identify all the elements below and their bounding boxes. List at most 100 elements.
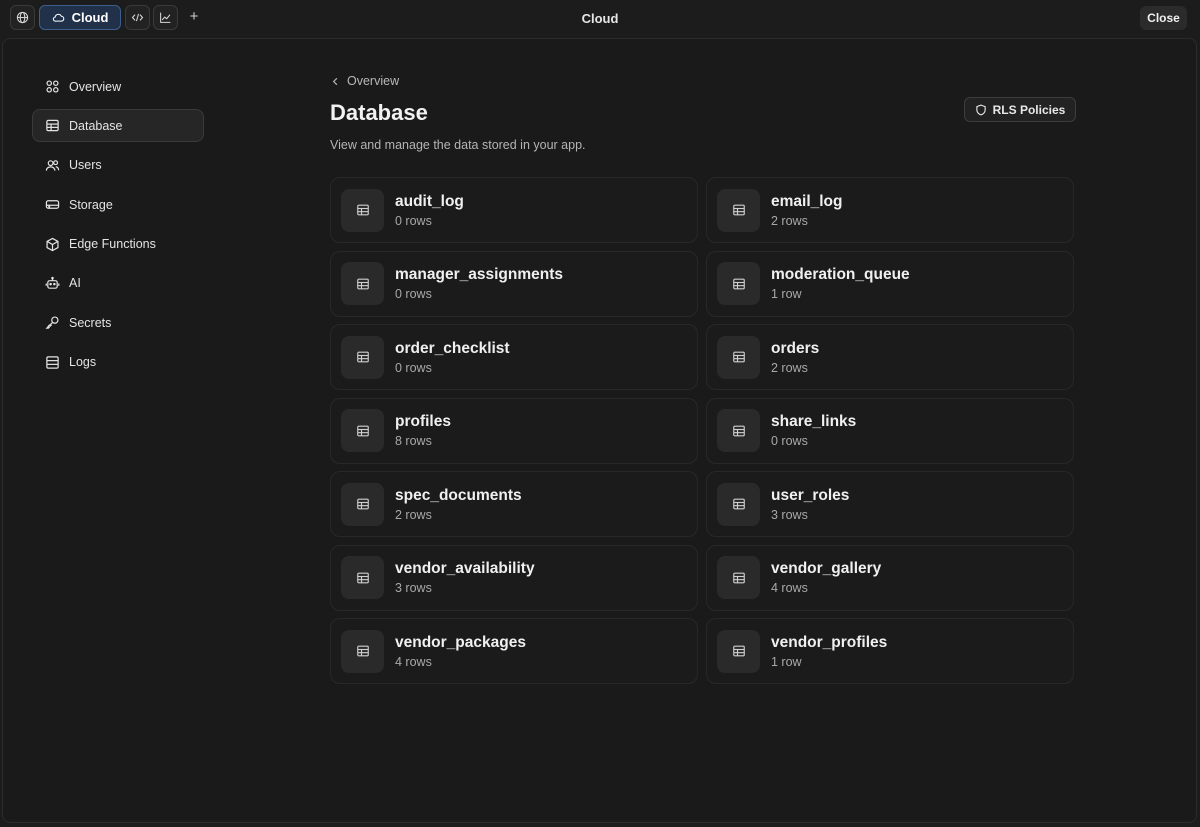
table-card[interactable]: email_log 2 rows (706, 177, 1074, 243)
table-card-text: order_checklist 0 rows (395, 339, 510, 376)
sidebar: Overview Database Users Storage Edge Fun… (32, 70, 204, 385)
cube-icon (46, 237, 59, 251)
sidebar-item-edge-functions[interactable]: Edge Functions (32, 228, 204, 261)
table-card-icon-box (341, 482, 384, 526)
table-card-icon-box (717, 335, 760, 379)
table-name: profiles (395, 413, 451, 430)
sidebar-item-label: Overview (69, 79, 122, 94)
table-card[interactable]: spec_documents 2 rows (330, 471, 698, 537)
table-name: spec_documents (395, 486, 522, 504)
sidebar-item-users[interactable]: Users (32, 149, 204, 182)
table-name: audit_log (395, 192, 464, 210)
table-card[interactable]: order_checklist 0 rows (330, 324, 698, 390)
chevron-left-icon (332, 77, 338, 85)
table-card-icon-box (717, 482, 760, 526)
close-button[interactable]: Close (1140, 6, 1187, 30)
table-icon (732, 572, 745, 583)
table-name: share_links (771, 413, 857, 430)
table-card-icon-box (717, 629, 760, 673)
table-name: orders (771, 339, 820, 357)
table-card-text: spec_documents 2 rows (395, 486, 522, 523)
table-name: vendor_availability (395, 560, 535, 577)
table-card-icon-box (717, 262, 760, 305)
table-card-text: vendor_gallery 4 rows (771, 559, 881, 596)
table-row-count: 4 rows (771, 581, 808, 595)
table-card[interactable]: vendor_availability 3 rows (330, 544, 698, 611)
sidebar-item-ai[interactable]: AI (32, 267, 204, 300)
table-name: vendor_packages (395, 633, 526, 651)
sidebar-item-database[interactable]: Database (32, 109, 204, 143)
main-content: Overview Database View and manage the da… (330, 72, 1076, 684)
table-row-count: 0 rows (771, 434, 808, 448)
sidebar-item-overview[interactable]: Overview (32, 70, 204, 103)
table-row-count: 2 rows (771, 360, 808, 375)
sidebar-item-label: Logs (69, 355, 97, 370)
table-card-text: vendor_availability 3 rows (395, 559, 535, 596)
table-card[interactable]: vendor_gallery 4 rows (706, 544, 1074, 611)
table-card[interactable]: manager_assignments 0 rows (330, 250, 698, 317)
table-name: manager_assignments (395, 266, 563, 283)
table-icon (732, 645, 745, 657)
table-card[interactable]: vendor_packages 4 rows (330, 618, 698, 684)
robot-icon (45, 276, 60, 289)
table-row-count: 2 rows (771, 213, 808, 228)
table-row-count: 0 rows (395, 360, 432, 375)
table-card-text: user_roles 3 rows (771, 486, 849, 523)
storage-icon (45, 200, 60, 210)
table-card-text: vendor_profiles 1 row (771, 633, 887, 670)
table-grid: audit_log 0 rows email_log 2 rows manage… (330, 177, 1076, 684)
table-card[interactable]: share_links 0 rows (706, 397, 1074, 464)
table-row-count: 1 row (771, 287, 802, 301)
table-icon (46, 120, 59, 132)
table-card-text: vendor_packages 4 rows (395, 633, 526, 670)
table-row-count: 4 rows (395, 654, 432, 669)
table-icon (356, 645, 369, 657)
table-name: user_roles (771, 486, 850, 504)
sidebar-item-logs[interactable]: Logs (32, 346, 204, 379)
table-card-icon-box (717, 188, 760, 232)
table-card-icon-box (341, 262, 384, 305)
table-card-icon-box (341, 188, 384, 232)
table-card-text: orders 2 rows (771, 339, 819, 376)
table-card[interactable]: orders 2 rows (706, 324, 1074, 390)
table-card[interactable]: moderation_queue 1 row (706, 250, 1074, 317)
table-icon (732, 204, 745, 216)
shield-icon (975, 104, 986, 115)
users-icon (45, 159, 60, 171)
table-icon (356, 204, 369, 216)
table-card-icon-box (341, 556, 384, 599)
rls-policies-label: RLS Policies (992, 102, 1066, 117)
table-icon (356, 498, 369, 510)
table-name: vendor_gallery (771, 560, 882, 577)
table-icon (356, 425, 369, 436)
table-icon (732, 278, 745, 289)
sidebar-item-label: AI (69, 276, 81, 291)
table-row-count: 3 rows (395, 581, 432, 595)
table-card[interactable]: audit_log 0 rows (330, 177, 698, 243)
table-card-text: moderation_queue 1 row (771, 265, 910, 302)
breadcrumb-label: Overview (347, 74, 400, 88)
table-card-icon-box (717, 556, 760, 599)
rls-policies-button[interactable]: RLS Policies (964, 97, 1076, 122)
table-card[interactable]: user_roles 3 rows (706, 471, 1074, 537)
table-card-icon-box (341, 629, 384, 673)
table-icon (356, 351, 369, 363)
table-name: order_checklist (395, 339, 510, 357)
sidebar-item-label: Users (69, 158, 102, 173)
sidebar-item-secrets[interactable]: Secrets (32, 306, 204, 339)
logs-icon (46, 356, 59, 369)
table-icon (732, 351, 745, 363)
table-card[interactable]: vendor_profiles 1 row (706, 618, 1074, 684)
table-name: vendor_profiles (771, 633, 888, 651)
key-icon (45, 316, 59, 330)
table-icon (732, 498, 745, 510)
sidebar-item-storage[interactable]: Storage (32, 188, 204, 221)
table-name: email_log (771, 192, 843, 210)
breadcrumb[interactable]: Overview (330, 72, 1076, 90)
table-card[interactable]: profiles 8 rows (330, 397, 698, 464)
table-icon (356, 278, 369, 289)
sidebar-item-label: Database (69, 118, 123, 133)
table-card-text: profiles 8 rows (395, 412, 451, 449)
table-card-text: share_links 0 rows (771, 412, 856, 449)
table-row-count: 0 rows (395, 287, 432, 301)
